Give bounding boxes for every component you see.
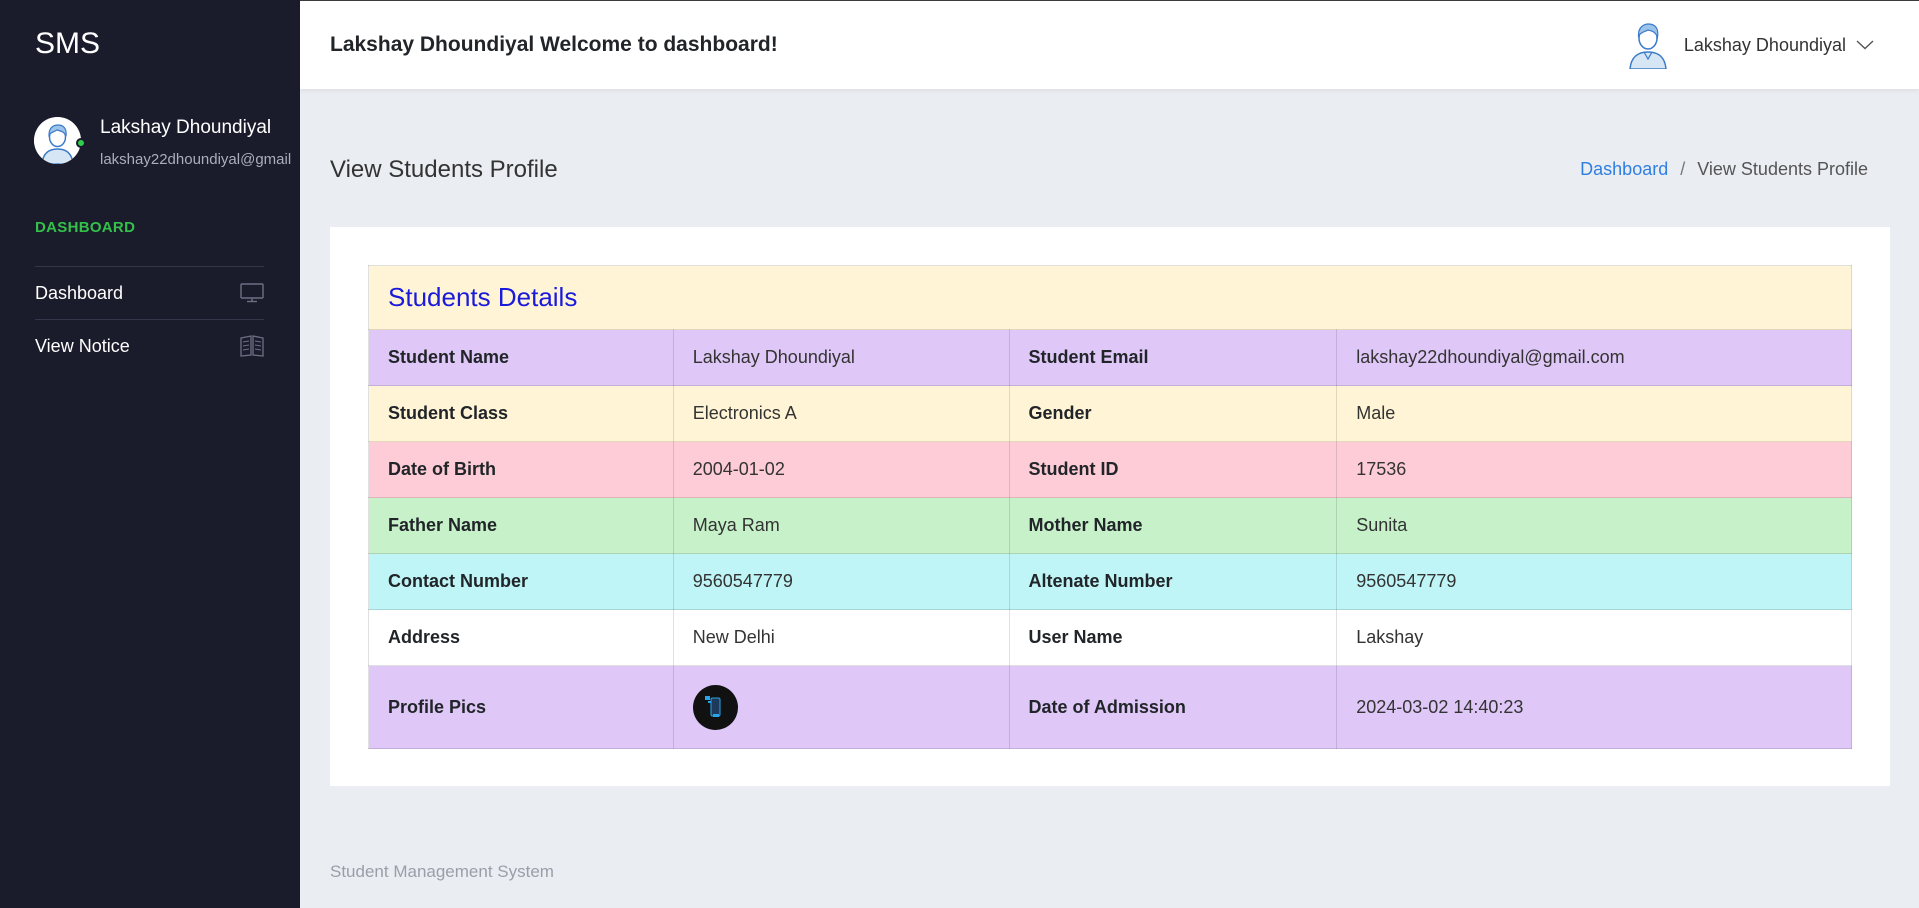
breadcrumb-separator: / xyxy=(1680,159,1686,179)
field-value: Lakshay Dhoundiyal xyxy=(672,329,1010,386)
user-avatar-icon xyxy=(1629,23,1667,69)
field-label: Mother Name xyxy=(1008,497,1338,554)
field-label: Student Name xyxy=(368,329,674,386)
field-value: 9560547779 xyxy=(672,553,1010,610)
field-value: 2024-03-02 14:40:23 xyxy=(1336,665,1852,749)
sidebar-user-panel: Lakshay Dhoundiyal lakshay22dhoundiyal@g… xyxy=(34,117,300,177)
welcome-message: Lakshay Dhoundiyal Welcome to dashboard! xyxy=(330,33,778,56)
sidebar-item-label: Dashboard xyxy=(35,282,124,303)
table-row: Student Class Electronics A Gender Male xyxy=(368,385,1852,442)
profile-pic-cell xyxy=(672,665,1010,749)
table-row: Profile Pics Date of Admission 2024-03-0… xyxy=(368,665,1852,749)
field-label: User Name xyxy=(1008,609,1338,666)
sidebar-section-title: DASHBOARD xyxy=(35,219,136,236)
field-value: 17536 xyxy=(1336,441,1852,498)
field-value: Electronics A xyxy=(672,385,1010,442)
field-label: Altenate Number xyxy=(1008,553,1338,610)
topbar: Lakshay Dhoundiyal Welcome to dashboard!… xyxy=(300,0,1919,89)
sidebar-item-label: View Notice xyxy=(35,335,130,356)
table-row: Date of Birth 2004-01-02 Student ID 1753… xyxy=(368,441,1852,498)
field-label: Contact Number xyxy=(368,553,674,610)
student-details-table: Students Details Student Name Lakshay Dh… xyxy=(368,265,1852,749)
field-label: Student Class xyxy=(368,385,674,442)
breadcrumb: Dashboard / View Students Profile xyxy=(1580,159,1868,180)
table-row: Address New Delhi User Name Lakshay xyxy=(368,609,1852,666)
book-icon xyxy=(240,335,264,357)
field-label: Father Name xyxy=(368,497,674,554)
field-label: Date of Birth xyxy=(368,441,674,498)
topbar-user-name: Lakshay Dhoundiyal xyxy=(1683,34,1846,55)
sidebar-item-view-notice[interactable]: View Notice xyxy=(35,319,264,372)
field-value: New Delhi xyxy=(672,609,1010,666)
user-menu-dropdown[interactable]: Lakshay Dhoundiyal xyxy=(1626,21,1874,69)
field-value: 9560547779 xyxy=(1336,553,1852,610)
breadcrumb-current: View Students Profile xyxy=(1697,159,1868,179)
breadcrumb-link-dashboard[interactable]: Dashboard xyxy=(1580,159,1668,180)
profile-image-icon xyxy=(705,696,721,717)
sidebar: SMS Lakshay Dhoundiyal lakshay22dhoundiy… xyxy=(0,0,300,908)
table-caption: Students Details xyxy=(368,265,1852,330)
table-row: Contact Number 9560547779 Altenate Numbe… xyxy=(368,553,1852,610)
sidebar-nav: Dashboard View Notice xyxy=(35,266,264,372)
field-value: Maya Ram xyxy=(672,497,1010,554)
field-value: Lakshay xyxy=(1336,609,1852,666)
page-title: View Students Profile xyxy=(330,156,558,183)
field-label: Gender xyxy=(1008,385,1338,442)
user-avatar-icon xyxy=(34,117,81,164)
online-status-dot xyxy=(76,138,86,148)
footer-text: Student Management System xyxy=(330,862,554,881)
field-label: Date of Admission xyxy=(1008,665,1338,749)
table-row: Father Name Maya Ram Mother Name Sunita xyxy=(368,497,1852,554)
monitor-icon xyxy=(240,283,264,303)
field-label: Address xyxy=(368,609,674,666)
sidebar-item-dashboard[interactable]: Dashboard xyxy=(35,266,264,319)
sidebar-user-name: Lakshay Dhoundiyal xyxy=(100,117,272,138)
field-value: lakshay22dhoundiyal@gmail.com xyxy=(1336,329,1852,386)
field-value: Sunita xyxy=(1336,497,1852,554)
chevron-down-icon xyxy=(1856,40,1874,50)
field-label: Student ID xyxy=(1008,441,1338,498)
sidebar-user-email: lakshay22dhoundiyal@gmail xyxy=(100,151,292,168)
table-row: Student Name Lakshay Dhoundiyal Student … xyxy=(368,329,1852,386)
student-details-card: Students Details Student Name Lakshay Dh… xyxy=(330,227,1890,786)
field-label: Profile Pics xyxy=(368,665,674,749)
field-value: 2004-01-02 xyxy=(672,441,1010,498)
field-label: Student Email xyxy=(1008,329,1338,386)
brand-logo[interactable]: SMS xyxy=(35,27,100,61)
profile-pic[interactable] xyxy=(692,684,738,730)
field-value: Male xyxy=(1336,385,1852,442)
avatar xyxy=(34,117,81,164)
